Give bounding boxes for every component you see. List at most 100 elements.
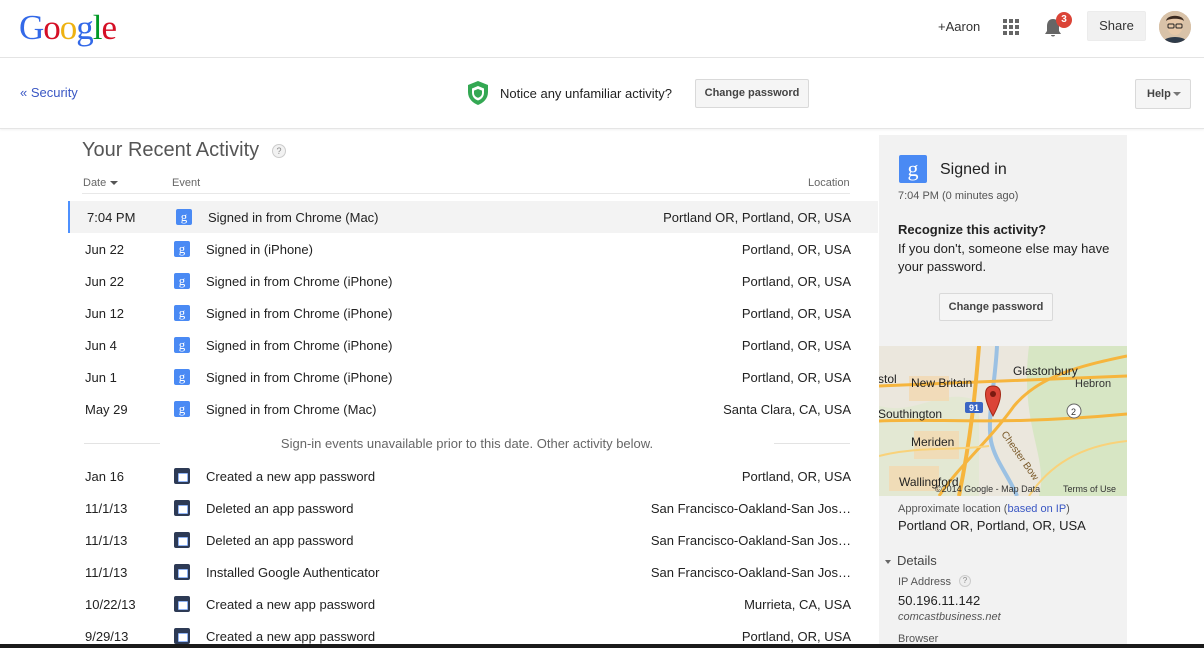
google-g-icon: g [174,241,190,257]
activity-row[interactable]: 11/1/13 Deleted an app password San Fran… [68,492,878,524]
google-g-icon: g [176,209,192,225]
plus-profile-link[interactable]: +Aaron [938,19,980,34]
row-event: Deleted an app password [206,533,354,548]
activity-row[interactable]: Jan 16 Created a new app password Portla… [68,460,878,492]
map-label: New Britain [911,376,972,390]
back-to-security-link[interactable]: « Security [20,85,78,100]
logo-letter: G [19,8,44,47]
row-location: Santa Clara, CA, USA [723,402,851,417]
change-password-button[interactable]: Change password [939,293,1053,321]
details-label: Details [897,553,937,568]
map-label: stol [879,372,897,386]
expand-triangle-icon [885,559,891,564]
date-column-header[interactable]: Date [83,177,119,189]
activity-row[interactable]: Jun 12 g Signed in from Chrome (iPhone) … [68,297,878,329]
avatar[interactable] [1159,11,1191,43]
activity-row[interactable]: Jun 4 g Signed in from Chrome (iPhone) P… [68,329,878,361]
row-event: Signed in from Chrome (Mac) [208,210,379,225]
change-password-button[interactable]: Change password [695,79,809,108]
app-password-icon [174,596,190,612]
row-date: 10/22/13 [85,597,136,612]
map-terms-link[interactable]: Terms of Use [1063,484,1116,494]
apps-grid-icon[interactable] [1003,19,1019,35]
map-label: 2 [1071,407,1076,417]
row-event: Signed in from Chrome (iPhone) [206,370,393,385]
divider-line [774,443,850,444]
row-location: San Francisco-Oakland-San Jos… [650,501,851,516]
row-date: Jun 1 [85,370,117,385]
map-label: Meriden [911,435,954,449]
activity-row[interactable]: 11/1/13 Deleted an app password San Fran… [68,524,878,556]
approximate-location-label: Approximate location (based on IP) [898,503,1070,515]
share-button[interactable]: Share [1087,11,1146,41]
row-location: Portland, OR, USA [741,306,851,321]
row-location: Portland, OR, USA [741,370,851,385]
top-bar: Google +Aaron 3 Share [0,0,1204,58]
row-date: 9/29/13 [85,629,129,644]
unfamiliar-activity-notice: Notice any unfamiliar activity? [500,86,672,101]
row-event: Installed Google Authenticator [206,565,380,580]
authenticator-icon [174,564,190,580]
help-button[interactable]: Help [1135,79,1191,109]
row-location: Portland, OR, USA [741,629,851,644]
chevron-down-icon [1173,92,1181,96]
google-g-icon: g [899,155,927,183]
google-logo[interactable]: Google [19,8,117,48]
row-date: 7:04 PM [87,210,136,225]
recognize-question: Recognize this activity? [898,222,1047,237]
row-event: Signed in from Chrome (Mac) [206,402,377,417]
avatar-image [1159,11,1191,43]
activity-row[interactable]: Jun 22 g Signed in (iPhone) Portland, OR… [68,233,878,265]
help-button-label: Help [1147,88,1171,100]
divider-note-text: Sign-in events unavailable prior to this… [280,436,654,451]
activity-row[interactable]: 11/1/13 Installed Google Authenticator S… [68,556,878,588]
help-question-icon[interactable]: ? [272,144,286,158]
row-event: Deleted an app password [206,501,354,516]
logo-letter: g [76,8,93,47]
details-toggle[interactable]: Details [885,553,937,568]
detail-time: 7:04 PM (0 minutes ago) [898,190,1019,202]
recognize-description: If you don't, someone else may have your… [898,241,1110,274]
based-on-ip-link[interactable]: based on IP [1007,503,1066,515]
activity-row[interactable]: May 29 g Signed in from Chrome (Mac) San… [68,393,878,425]
row-date: May 29 [85,402,128,417]
window-bottom-edge [0,644,1204,648]
row-date: Jun 22 [85,274,125,289]
row-event: Signed in from Chrome (iPhone) [206,338,393,353]
activity-row[interactable]: 10/22/13 Created a new app password Murr… [68,588,878,620]
location-column-header: Location [808,177,850,189]
approximate-location-value: Portland OR, Portland, OR, USA [898,518,1086,533]
logo-letter: l [92,8,103,47]
event-column-header: Event [172,177,201,189]
row-event: Created a new app password [206,629,376,644]
activity-row[interactable]: 7:04 PM g Signed in from Chrome (Mac) Po… [68,201,878,233]
row-event: Created a new app password [206,469,376,484]
help-question-icon[interactable]: ? [959,575,971,587]
notification-count-badge[interactable]: 3 [1056,12,1072,28]
activity-detail-panel: g Signed in 7:04 PM (0 minutes ago) Reco… [879,135,1127,648]
date-column-label: Date [83,177,107,189]
row-location: Portland, OR, USA [741,274,851,289]
logo-letter: o [59,8,77,47]
location-map[interactable]: stol New Britain Glastonbury Hebron Sout… [879,346,1127,496]
map-label: 91 [969,403,979,413]
app-password-icon [174,500,190,516]
row-date: 11/1/13 [85,565,128,580]
row-location: San Francisco-Oakland-San Jos… [650,533,851,548]
activity-row[interactable]: Jun 22 g Signed in from Chrome (iPhone) … [68,265,878,297]
row-date: Jun 12 [85,306,125,321]
sort-down-icon [110,181,119,186]
activity-row[interactable]: Jun 1 g Signed in from Chrome (iPhone) P… [68,361,878,393]
shield-icon [468,81,488,105]
google-g-icon: g [174,273,190,289]
row-location: Portland OR, Portland, OR, USA [663,210,851,225]
row-date: 11/1/13 [85,501,128,516]
map-label: Southington [879,407,942,421]
approx-label-close: ) [1066,503,1070,515]
map-label: Glastonbury [1013,364,1078,378]
detail-title: Signed in [940,161,1007,178]
security-subheader: « Security Notice any unfamiliar activit… [0,58,1204,129]
row-location: Murrieta, CA, USA [744,597,851,612]
page-title: Your Recent Activity [82,139,260,161]
ip-address-label: IP Address [898,576,951,588]
